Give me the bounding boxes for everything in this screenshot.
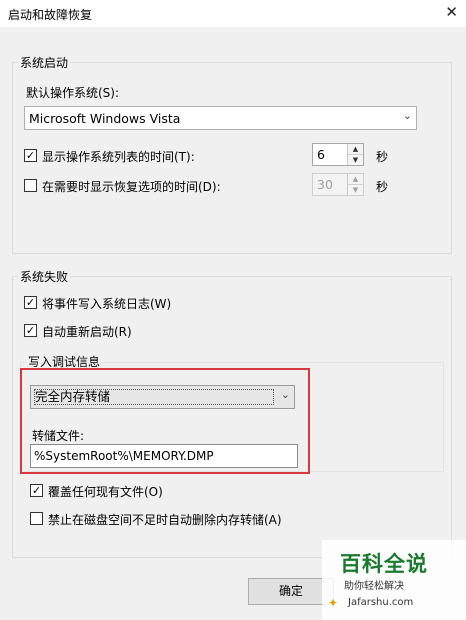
- watermark-site: Jafarshu.com: [348, 597, 414, 608]
- default-os-label: 默认操作系统(S):: [26, 86, 120, 100]
- spin-up-icon: ▲: [348, 174, 363, 185]
- default-os-value: Microsoft Windows Vista: [29, 111, 181, 126]
- default-os-select[interactable]: Microsoft Windows Vista ⌄: [24, 106, 417, 130]
- show-recovery-label: 在需要时显示恢复选项的时间(D):: [42, 180, 221, 194]
- watermark-title: 百科全说: [340, 552, 428, 576]
- auto-restart-checkbox[interactable]: ✓: [24, 324, 37, 337]
- system-failure-legend: 系统失败: [18, 268, 71, 285]
- disable-auto-delete-label: 禁止在磁盘空间不足时自动删除内存转储(A): [48, 513, 282, 527]
- auto-restart-label: 自动重新启动(R): [42, 325, 132, 339]
- overwrite-checkbox[interactable]: ✓: [30, 484, 43, 497]
- show-os-list-unit: 秒: [376, 150, 389, 164]
- system-startup-legend: 系统启动: [18, 54, 71, 71]
- spinner-buttons: ▲ ▼: [347, 144, 363, 165]
- show-os-list-checkbox[interactable]: ✓: [24, 149, 37, 162]
- disable-auto-delete-checkbox[interactable]: [30, 512, 43, 525]
- show-recovery-value: 30: [317, 177, 333, 192]
- watermark-logo-icon: ✦: [328, 596, 339, 610]
- show-os-list-value: 6: [317, 147, 325, 162]
- chevron-down-icon: ⌄: [402, 109, 412, 122]
- show-os-list-spinner[interactable]: 6 ▲ ▼: [312, 143, 364, 166]
- title-bar: 启动和故障恢复 ✕: [0, 0, 466, 27]
- show-recovery-spinner: 30 ▲ ▼: [312, 173, 364, 196]
- spin-up-icon[interactable]: ▲: [348, 144, 363, 155]
- write-event-checkbox[interactable]: ✓: [24, 296, 37, 309]
- write-event-label: 将事件写入系统日志(W): [42, 297, 172, 311]
- show-recovery-checkbox[interactable]: [24, 179, 37, 192]
- show-os-list-label: 显示操作系统列表的时间(T):: [42, 150, 195, 164]
- watermark: 百科全说 助你轻松解决 ✦ Jafarshu.com: [322, 540, 466, 620]
- watermark-subtitle: 助你轻松解决: [344, 581, 404, 592]
- spinner-buttons: ▲ ▼: [347, 174, 363, 195]
- spin-down-icon: ▼: [352, 186, 359, 194]
- show-recovery-unit: 秒: [376, 180, 389, 194]
- spin-down-icon[interactable]: ▼: [348, 155, 363, 165]
- highlight-box: [20, 368, 310, 474]
- close-icon[interactable]: ✕: [445, 3, 458, 21]
- overwrite-label: 覆盖任何现有文件(O): [48, 485, 163, 499]
- window-title: 启动和故障恢复: [8, 8, 93, 22]
